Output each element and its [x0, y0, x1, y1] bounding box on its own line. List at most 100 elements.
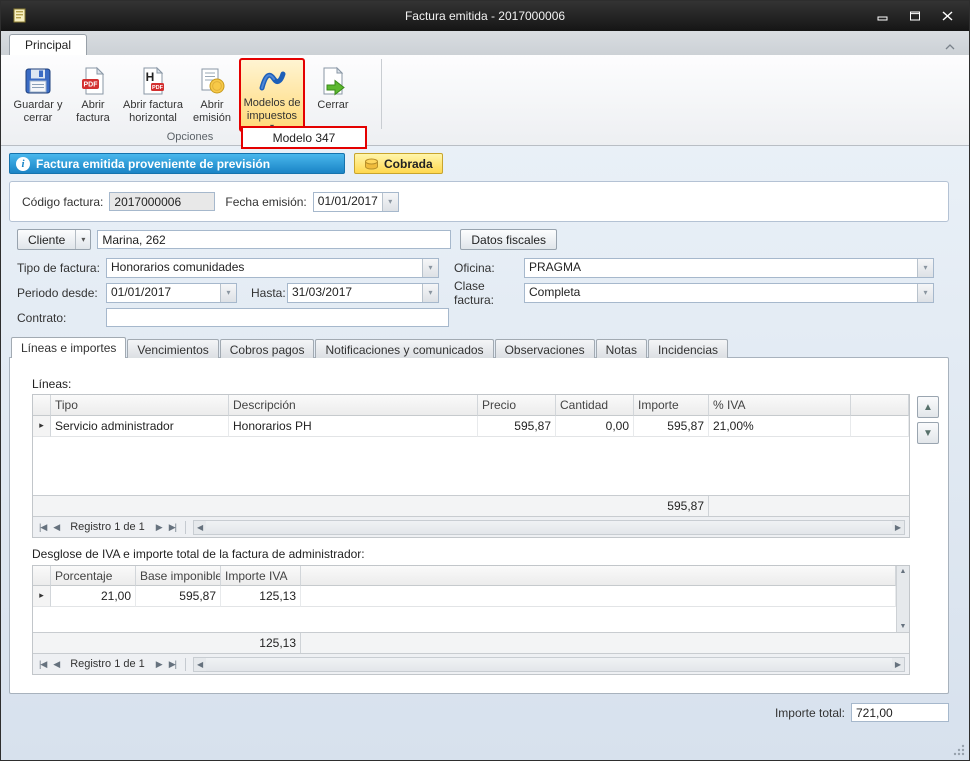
tipo-factura-select[interactable]: Honorarios comunidades ▾	[106, 258, 439, 278]
cliente-button[interactable]: Cliente ▾	[17, 229, 91, 250]
column-header-descripcion[interactable]: Descripción	[229, 395, 478, 416]
cliente-field[interactable]	[97, 230, 451, 249]
row-indicator-icon: ▸	[33, 416, 51, 437]
status-badge-cobrada: Cobrada	[354, 153, 443, 174]
cell-descripcion: Honorarios PH	[229, 416, 478, 437]
table-row[interactable]: ▸ 21,00 595,87 125,13	[33, 586, 896, 607]
tab-vencimientos[interactable]: Vencimientos	[127, 339, 218, 358]
hasta-picker[interactable]: 31/03/2017 ▾	[287, 283, 439, 303]
contrato-field[interactable]	[106, 308, 449, 327]
column-header-importe-iva[interactable]: Importe IVA	[221, 566, 301, 586]
column-header-precio[interactable]: Precio	[478, 395, 556, 416]
cliente-dropdown-button[interactable]: ▾	[75, 230, 90, 249]
column-header-base[interactable]: Base imponible	[136, 566, 221, 586]
scroll-down-button[interactable]: ▼	[900, 623, 907, 630]
oficina-select[interactable]: PRAGMA ▾	[524, 258, 934, 278]
importe-total-field[interactable]	[851, 703, 949, 722]
calendar-dropdown-button[interactable]: ▾	[220, 284, 236, 302]
open-invoice-pdf-button[interactable]: PDF Abrir factura	[68, 58, 118, 132]
scroll-up-button[interactable]: ▲	[900, 568, 907, 575]
ribbon: Principal	[1, 31, 969, 146]
clase-factura-select[interactable]: Completa ▾	[524, 283, 934, 303]
minimize-icon	[877, 11, 889, 21]
scroll-right-button[interactable]: ▶	[892, 660, 904, 669]
oficina-label: Oficina:	[454, 261, 524, 275]
close-form-button[interactable]: Cerrar	[308, 58, 358, 132]
periodo-desde-picker[interactable]: 01/01/2017 ▾	[106, 283, 237, 303]
scroll-left-button[interactable]: ◀	[194, 523, 206, 532]
info-banner: i Factura emitida proveniente de previsi…	[9, 153, 345, 174]
codigo-factura-field[interactable]	[109, 192, 215, 211]
column-header-cantidad[interactable]: Cantidad	[556, 395, 634, 416]
button-label: Abrir emisión	[190, 99, 234, 124]
tab-cobros-pagos[interactable]: Cobros pagos	[220, 339, 315, 358]
datos-fiscales-button[interactable]: Datos fiscales	[460, 229, 557, 250]
grid-footer: 595,87	[33, 495, 909, 516]
open-emission-button[interactable]: Abrir emisión	[188, 58, 236, 132]
tax-agency-icon	[256, 65, 288, 95]
scroll-right-button[interactable]: ▶	[892, 523, 904, 532]
ribbon-tabstrip: Principal	[1, 31, 969, 55]
dropdown-button[interactable]: ▾	[917, 284, 933, 302]
banner-text: Factura emitida proveniente de previsión	[36, 157, 270, 171]
column-header-blank	[301, 566, 896, 586]
column-header-porcentaje[interactable]: Porcentaje	[51, 566, 136, 586]
tab-notas[interactable]: Notas	[596, 339, 647, 358]
fecha-emision-picker[interactable]: 01/01/2017 ▾	[313, 192, 399, 212]
scroll-left-button[interactable]: ◀	[194, 660, 206, 669]
badge-label: Cobrada	[384, 157, 433, 171]
pager-first-button[interactable]: |◀	[37, 659, 48, 670]
ribbon-body: Guardar y cerrar PDF Abrir factura	[1, 55, 969, 146]
tab-principal[interactable]: Principal	[9, 34, 87, 55]
pager-prev-button[interactable]: ◀	[51, 522, 61, 533]
tab-incidencias[interactable]: Incidencias	[648, 339, 728, 358]
pager-first-button[interactable]: |◀	[37, 522, 48, 533]
row-indicator-icon: ▸	[33, 586, 51, 607]
chevron-down-icon: ▾	[923, 263, 927, 272]
column-header-importe[interactable]: Importe	[634, 395, 709, 416]
close-button[interactable]	[935, 7, 959, 25]
iva-pager: |◀ ◀ Registro 1 de 1 ▶ ▶| ◀ ▶	[33, 653, 909, 674]
hasta-label: Hasta:	[251, 286, 287, 300]
collapse-ribbon-button[interactable]	[945, 39, 955, 53]
dropdown-button[interactable]: ▾	[422, 259, 438, 277]
vertical-scrollbar[interactable]: ▲ ▼	[896, 566, 909, 632]
calendar-dropdown-button[interactable]: ▾	[422, 284, 438, 302]
tax-models-button[interactable]: Modelos de impuestos ▾	[239, 58, 305, 132]
resize-grip[interactable]	[952, 743, 965, 756]
menu-item-modelo-347[interactable]: Modelo 347	[241, 126, 367, 149]
dropdown-button[interactable]: ▾	[917, 259, 933, 277]
tab-observaciones[interactable]: Observaciones	[495, 339, 595, 358]
button-label: Guardar y cerrar	[13, 99, 63, 124]
button-label: Modelos de impuestos	[241, 97, 303, 122]
pager-next-button[interactable]: ▶	[154, 522, 164, 533]
grid-footer: 125,13	[33, 632, 909, 653]
move-row-down-button[interactable]: ▼	[917, 422, 939, 444]
clase-factura-label: Clase factura:	[454, 279, 524, 307]
h-document-icon: H PDF	[137, 65, 169, 97]
pager-prev-button[interactable]: ◀	[51, 659, 61, 670]
horizontal-scrollbar[interactable]: ◀ ▶	[193, 520, 905, 535]
pager-last-button[interactable]: ▶|	[167, 522, 178, 533]
column-header-tipo[interactable]: Tipo	[51, 395, 229, 416]
app-icon	[11, 7, 29, 25]
minimize-button[interactable]	[871, 7, 895, 25]
pager-next-button[interactable]: ▶	[154, 659, 164, 670]
column-header-iva[interactable]: % IVA	[709, 395, 851, 416]
scrollbar-track[interactable]	[206, 521, 892, 534]
tab-lineas-importes[interactable]: Líneas e importes	[11, 337, 126, 358]
pager-last-button[interactable]: ▶|	[167, 659, 178, 670]
table-row[interactable]: ▸ Servicio administrador Honorarios PH 5…	[33, 416, 909, 437]
maximize-button[interactable]	[903, 7, 927, 25]
column-header-indicator	[33, 395, 51, 416]
calendar-dropdown-button[interactable]: ▾	[382, 193, 398, 211]
iva-section-label: Desglose de IVA e importe total de la fa…	[32, 547, 365, 561]
column-header-blank	[851, 395, 909, 416]
save-and-close-button[interactable]: Guardar y cerrar	[11, 58, 65, 132]
move-row-up-button[interactable]: ▲	[917, 396, 939, 418]
lines-grid: Tipo Descripción Precio Cantidad Importe…	[32, 394, 910, 538]
scrollbar-track[interactable]	[206, 658, 892, 671]
open-horizontal-invoice-button[interactable]: H PDF Abrir factura horizontal	[121, 58, 185, 132]
horizontal-scrollbar[interactable]: ◀ ▶	[193, 657, 905, 672]
tab-notificaciones[interactable]: Notificaciones y comunicados	[315, 339, 493, 358]
